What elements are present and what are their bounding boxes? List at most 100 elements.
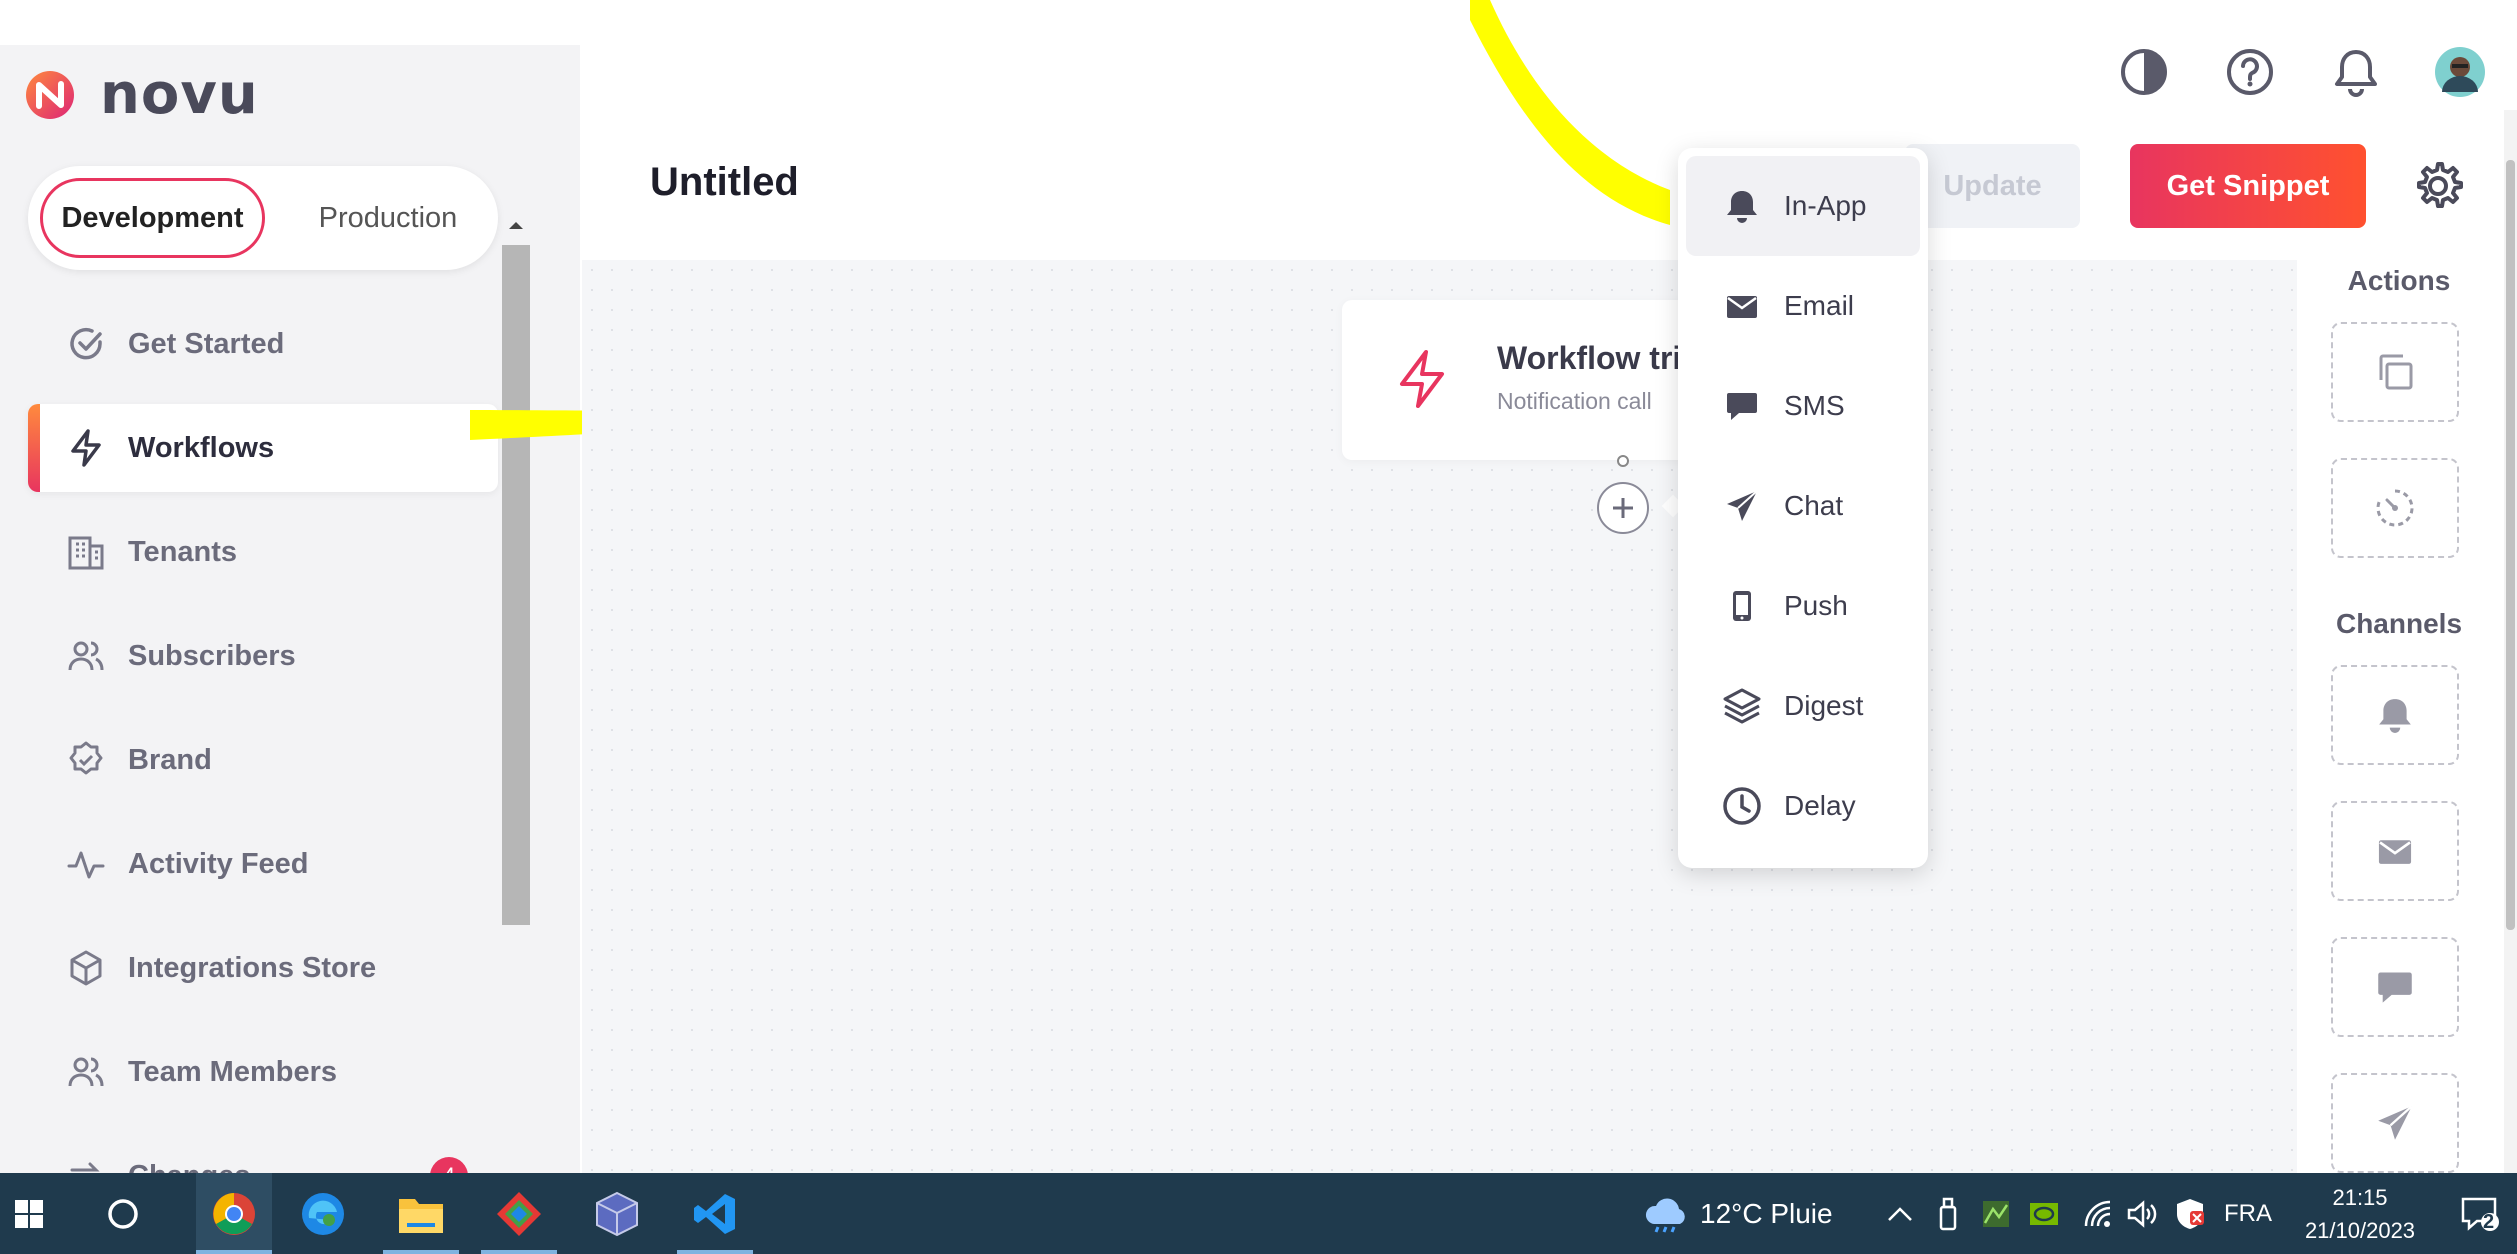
bolt-icon <box>64 426 108 470</box>
taskbar-chrome-icon[interactable] <box>196 1173 272 1254</box>
sidebar-item-label: Team Members <box>128 1055 337 1088</box>
active-indicator <box>383 1250 459 1254</box>
taskbar-vscode-icon[interactable] <box>677 1173 753 1254</box>
chevron-up-icon[interactable] <box>1880 1173 1920 1254</box>
mobile-icon <box>1722 586 1762 626</box>
sidebar-item-subscribers[interactable]: Subscribers <box>28 612 498 700</box>
sidebar-item-label: Activity Feed <box>128 847 309 880</box>
menu-item-in-app[interactable]: In-App <box>1686 156 1920 256</box>
menu-item-delay[interactable]: Delay <box>1686 756 1920 856</box>
settings-gear-icon[interactable] <box>2410 158 2466 214</box>
message-icon <box>2378 972 2412 1003</box>
env-development-button[interactable]: Development <box>40 178 265 258</box>
workflow-trigger-node[interactable]: Workflow tri Notification call <box>1342 300 1702 460</box>
users-icon <box>64 634 108 678</box>
nvidia-icon[interactable] <box>2024 1173 2064 1254</box>
page-scrollbar-thumb[interactable] <box>2506 160 2515 930</box>
box-icon <box>64 946 108 990</box>
avatar[interactable] <box>2428 40 2492 104</box>
notification-count: 2 <box>2483 1211 2495 1233</box>
security-shield-icon[interactable] <box>2170 1173 2210 1254</box>
check-circle-icon <box>64 322 108 366</box>
sidebar-item-label: Get Started <box>128 327 285 360</box>
sidebar-item-get-started[interactable]: Get Started <box>28 300 498 388</box>
search-circle-icon[interactable] <box>94 1173 152 1254</box>
sidebar-item-integrations-store[interactable]: Integrations Store <box>28 924 498 1012</box>
menu-item-label: Push <box>1784 590 1848 621</box>
page-title[interactable]: Untitled <box>650 160 799 205</box>
channel-email-tile[interactable] <box>2331 801 2459 901</box>
channel-sms-tile[interactable] <box>2331 937 2459 1037</box>
notification-center-icon[interactable]: 2 <box>2455 1173 2505 1254</box>
weather-cloud-icon[interactable] <box>1640 1173 1694 1254</box>
menu-item-label: Delay <box>1784 790 1856 821</box>
taskbar-virtualbox-icon[interactable] <box>579 1173 655 1254</box>
steps-panel: Actions Channels <box>2298 260 2500 1173</box>
app-logo[interactable]: novu <box>24 62 259 127</box>
environment-toggle: Development Production <box>28 166 498 270</box>
wifi-icon[interactable] <box>2078 1173 2118 1254</box>
add-step-button[interactable] <box>1597 482 1649 534</box>
menu-item-sms[interactable]: SMS <box>1686 356 1920 456</box>
message-icon <box>1722 386 1762 426</box>
sidebar-item-brand[interactable]: Brand <box>28 716 498 804</box>
update-button[interactable]: Update <box>1905 144 2080 228</box>
copy-icon <box>2379 354 2413 390</box>
active-indicator <box>677 1250 753 1254</box>
envelope-icon <box>1722 286 1762 326</box>
trigger-title: Workflow tri <box>1497 340 1682 376</box>
windows-taskbar: 12°C Pluie FRA 21:15 21/10/2023 2 <box>0 1173 2517 1254</box>
menu-item-chat[interactable]: Chat <box>1686 456 1920 556</box>
action-digest-tile[interactable] <box>2331 322 2459 422</box>
sidebar-item-tenants[interactable]: Tenants <box>28 508 498 596</box>
add-step-menu: In-App Email SMS Chat Push Digest Delay <box>1678 148 1928 868</box>
taskbar-file-explorer-icon[interactable] <box>383 1173 459 1254</box>
connector-dot <box>1617 455 1629 467</box>
clock-time: 21:15 <box>2332 1185 2388 1210</box>
usb-icon[interactable] <box>1928 1173 1968 1254</box>
menu-item-label: SMS <box>1784 390 1845 421</box>
sidebar-item-workflows[interactable]: Workflows <box>28 404 498 492</box>
channels-title: Channels <box>2335 608 2463 639</box>
sidebar-item-label: Tenants <box>128 535 238 568</box>
channel-chat-tile[interactable] <box>2331 1073 2459 1173</box>
help-icon[interactable] <box>2218 40 2282 104</box>
sidebar-item-team-members[interactable]: Team Members <box>28 1028 498 1116</box>
env-production-button[interactable]: Production <box>288 178 488 258</box>
action-delay-tile[interactable] <box>2331 458 2459 558</box>
sidebar-item-label: Integrations Store <box>128 951 377 984</box>
channel-in-app-tile[interactable] <box>2331 665 2459 765</box>
clock-date: 21/10/2023 <box>2304 1218 2416 1243</box>
highlight-stroke-in-app <box>1470 0 1670 225</box>
clock-icon <box>1722 786 1762 826</box>
layers-icon <box>1722 686 1762 726</box>
sidebar-item-activity-feed[interactable]: Activity Feed <box>28 820 498 908</box>
sidebar-item-changes[interactable]: Changes <box>28 1132 498 1173</box>
taskbar-edge-icon[interactable] <box>285 1173 361 1254</box>
notifications-bell-icon[interactable] <box>2324 40 2388 104</box>
menu-item-email[interactable]: Email <box>1686 256 1920 356</box>
timer-icon <box>2376 489 2414 527</box>
windows-start-icon[interactable] <box>0 1173 58 1254</box>
system-clock[interactable]: 21:15 21/10/2023 <box>2290 1181 2430 1247</box>
menu-item-digest[interactable]: Digest <box>1686 656 1920 756</box>
weather-text[interactable]: 12°C Pluie <box>1700 1173 1850 1254</box>
badge-check-icon <box>64 738 108 782</box>
theme-toggle-icon[interactable] <box>2112 40 2176 104</box>
menu-item-push[interactable]: Push <box>1686 556 1920 656</box>
bell-icon <box>2379 699 2411 733</box>
get-snippet-button[interactable]: Get Snippet <box>2130 144 2366 228</box>
sidebar-item-label: Subscribers <box>128 639 296 672</box>
bell-icon <box>1722 186 1762 226</box>
input-language[interactable]: FRA <box>2218 1173 2278 1254</box>
plus-icon <box>1613 498 1633 518</box>
scroll-up-icon[interactable] <box>500 215 532 235</box>
sidebar-item-label: Changes <box>128 1160 250 1174</box>
menu-item-label: In-App <box>1784 190 1867 221</box>
taskbar-app-icon[interactable] <box>481 1173 557 1254</box>
send-icon <box>2378 1105 2413 1140</box>
sidebar-item-label: Brand <box>128 743 212 776</box>
volume-icon[interactable] <box>2122 1173 2162 1254</box>
app-tray-icon[interactable] <box>1976 1173 2016 1254</box>
actions-title: Actions <box>2347 265 2451 296</box>
